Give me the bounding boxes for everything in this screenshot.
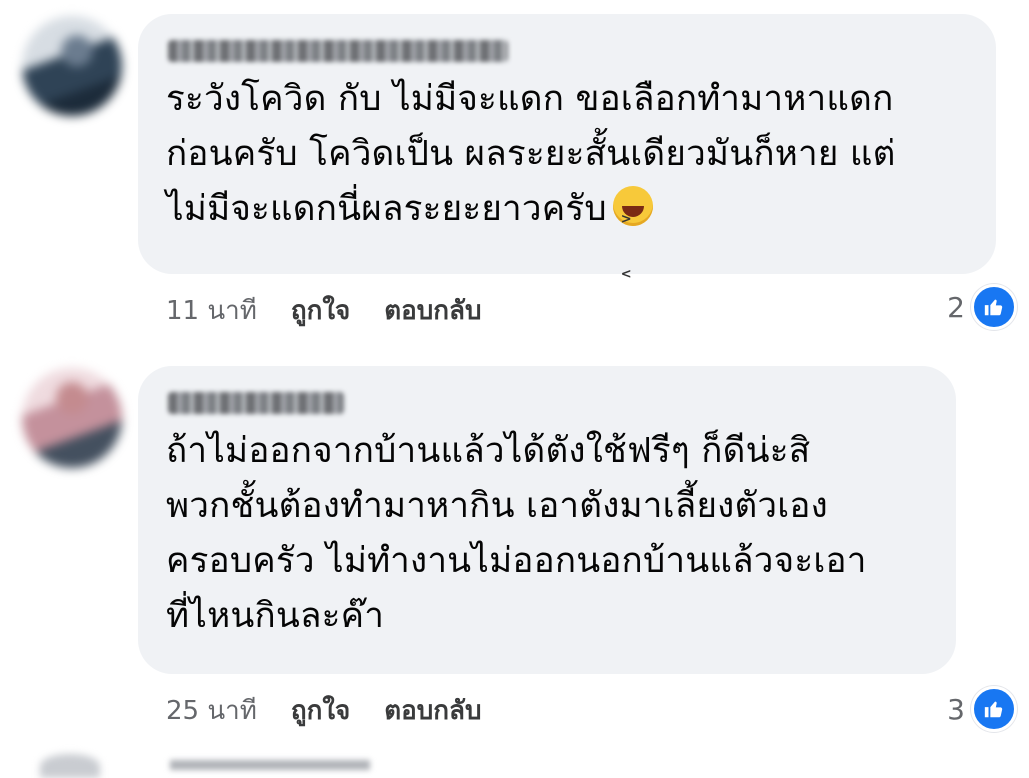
next-comment-name-partial — [170, 760, 370, 770]
comment-meta: 25 นาที ถูกใจ ตอบกลับ — [166, 690, 481, 731]
comment-text: ถ้าไม่ออกจากบ้านแล้วได้ตังใช้ฟรีๆ ก็ดีน่… — [166, 431, 867, 636]
timestamp[interactable]: 11 นาที — [166, 290, 257, 331]
author-name-blurred[interactable] — [168, 40, 508, 62]
thumbs-up-icon — [971, 284, 1017, 330]
author-name-blurred[interactable] — [168, 392, 344, 414]
avatar[interactable] — [22, 368, 122, 468]
next-comment-avatar-partial[interactable] — [40, 754, 100, 778]
reply-button[interactable]: ตอบกลับ — [384, 290, 481, 331]
like-button[interactable]: ถูกใจ — [291, 690, 350, 731]
like-button[interactable]: ถูกใจ — [291, 290, 350, 331]
avatar[interactable] — [22, 16, 122, 116]
comment-meta: 11 นาที ถูกใจ ตอบกลับ — [166, 290, 481, 331]
comment-text: ระวังโควิด กับ ไม่มีจะแดก ขอเลือกทำมาหาแ… — [166, 72, 964, 302]
thumbs-up-icon — [971, 686, 1017, 732]
timestamp[interactable]: 25 นาที — [166, 690, 257, 731]
comment-bubble: ระวังโควิด กับ ไม่มีจะแดก ขอเลือกทำมาหาแ… — [138, 14, 996, 302]
laughing-face-emoji-icon — [612, 186, 653, 302]
reaction-summary[interactable]: 3 — [947, 686, 1017, 732]
reaction-count: 3 — [947, 692, 965, 726]
reaction-summary[interactable]: 2 — [947, 284, 1017, 330]
comment-bubble: ถ้าไม่ออกจากบ้านแล้วได้ตังใช้ฟรีๆ ก็ดีน่… — [138, 366, 956, 674]
reply-button[interactable]: ตอบกลับ — [384, 690, 481, 731]
reaction-count: 2 — [947, 290, 965, 324]
